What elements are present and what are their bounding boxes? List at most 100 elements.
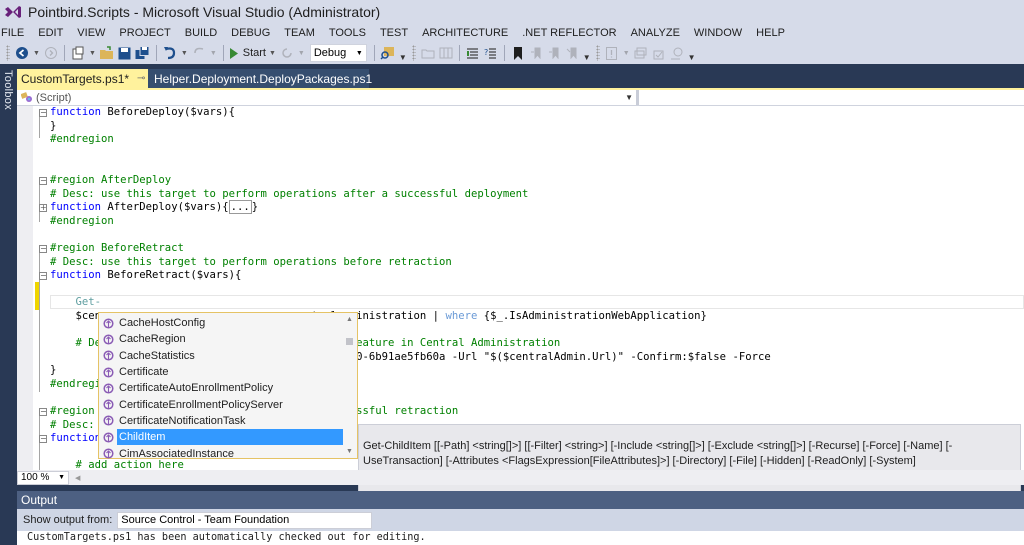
start-dropdown-icon[interactable]: ▼ (269, 50, 276, 57)
check-in-button[interactable] (651, 43, 667, 63)
completion-item[interactable]: CacheRegion (99, 331, 345, 347)
window-button[interactable] (633, 43, 649, 63)
code-line[interactable]: # Desc: use this target to perform opera… (50, 256, 771, 270)
collapse-icon[interactable]: − (39, 408, 47, 417)
find-in-files-button[interactable] (380, 43, 396, 63)
code-line[interactable]: − #region AfterDeploy (39, 174, 771, 188)
intellisense-completion-list[interactable]: CacheHostConfig CacheRegion CacheStatistic… (98, 312, 358, 461)
redo-dropdown-icon[interactable]: ▼ (210, 50, 217, 57)
menu-project[interactable]: PROJECT (112, 24, 177, 42)
completion-item[interactable]: CacheStatistics (99, 348, 345, 364)
code-line[interactable]: #endregion (50, 133, 771, 147)
refresh-dropdown-icon[interactable]: ▼ (298, 50, 305, 57)
menu-file[interactable]: FILE (0, 24, 31, 42)
menu-help[interactable]: HELP (749, 24, 792, 42)
open-file-button[interactable] (99, 43, 115, 63)
code-line[interactable] (50, 160, 771, 174)
completion-item[interactable]: CertificateNotificationTask (99, 413, 345, 429)
clear-bookmarks-button[interactable] (564, 43, 580, 63)
new-project-dropdown-icon[interactable]: ▼ (89, 50, 96, 57)
pin-icon[interactable]: ⊸ (137, 73, 145, 84)
columns-button[interactable] (438, 43, 454, 63)
uncomment-lines-button[interactable]: ? (483, 43, 499, 63)
cmdlet-icon (99, 383, 117, 394)
start-label: Start (242, 47, 266, 59)
completion-item[interactable]: ChildItem (99, 429, 345, 446)
menu-build[interactable]: BUILD (178, 24, 224, 42)
output-source-select[interactable]: Source Control - Team Foundation (117, 511, 373, 529)
undo-dropdown-icon[interactable]: ▼ (181, 50, 188, 57)
menu-tools[interactable]: TOOLS (322, 24, 373, 42)
menu-edit[interactable]: EDIT (31, 24, 70, 42)
toolbar-overflow-icon[interactable]: ▼ (399, 53, 407, 62)
zoom-select[interactable]: 100 % ▼ (17, 470, 69, 485)
completion-item[interactable]: Certificate (99, 364, 345, 380)
navigate-back-button[interactable] (14, 43, 30, 63)
previous-bookmark-button[interactable] (528, 43, 544, 63)
toolbox-tab[interactable]: Toolbox (2, 70, 14, 110)
code-line[interactable] (50, 283, 771, 297)
tab-helper-deployment[interactable]: Helper.Deployment.DeployPackages.ps1 (148, 69, 372, 88)
undo-button[interactable] (162, 43, 178, 63)
menu-window[interactable]: WINDOW (687, 24, 749, 42)
comment-lines-button[interactable] (465, 43, 481, 63)
code-line[interactable]: − function BeforeDeploy($vars){ (39, 106, 771, 120)
attach-button[interactable] (420, 43, 436, 63)
menu-test[interactable]: TEST (373, 24, 415, 42)
next-bookmark-button[interactable] (546, 43, 562, 63)
toolbar-overflow-icon[interactable]: ▼ (688, 53, 696, 62)
expand-icon[interactable]: + (39, 204, 47, 213)
collapse-icon[interactable]: − (39, 272, 47, 281)
new-item-dropdown-icon[interactable]: ▼ (623, 50, 630, 57)
menu-team[interactable]: TEAM (277, 24, 322, 42)
toggle-bookmark-button[interactable] (510, 43, 526, 63)
scroll-down-icon[interactable]: ▼ (346, 448, 353, 455)
code-line[interactable]: + function AfterDeploy($vars){...} (39, 200, 771, 215)
code-line[interactable]: #endregion (50, 215, 771, 229)
code-line[interactable]: − function BeforeRetract($vars){ (39, 269, 771, 283)
back-dropdown-icon[interactable]: ▼ (33, 50, 40, 57)
solution-configuration-select[interactable]: Debug ▼ (309, 44, 367, 62)
toolbar-grip[interactable] (595, 45, 600, 61)
completion-item[interactable]: CimAssociatedInstance (99, 445, 345, 461)
refresh-button[interactable] (279, 43, 295, 63)
start-debugging-button[interactable]: Start (229, 43, 266, 63)
menu-architecture[interactable]: ARCHITECTURE (415, 24, 515, 42)
completion-scrollbar[interactable]: ▲ ▼ (343, 313, 357, 458)
code-line[interactable]: Get- (50, 296, 771, 310)
menu-analyze[interactable]: ANALYZE (624, 24, 687, 42)
scope-dropdown[interactable]: (Script) ▼ (17, 90, 639, 105)
code-line[interactable] (50, 228, 771, 242)
member-dropdown[interactable] (639, 90, 1024, 105)
menu-debug[interactable]: DEBUG (224, 24, 277, 42)
code-line[interactable]: − #region BeforeRetract (39, 242, 771, 256)
toolbox-strip[interactable] (0, 64, 17, 545)
team-explorer-button[interactable] (669, 43, 685, 63)
toolbar-grip[interactable] (411, 45, 416, 61)
save-all-button[interactable] (135, 43, 151, 63)
scroll-left-icon[interactable]: ◀ (75, 474, 80, 482)
new-project-button[interactable] (70, 43, 86, 63)
toolbar-grip[interactable] (6, 45, 10, 61)
redo-button[interactable] (191, 43, 207, 63)
completion-item[interactable]: CertificateAutoEnrollmentPolicy (99, 380, 345, 396)
new-item-button[interactable] (604, 43, 620, 63)
completion-item[interactable]: CertificateEnrollmentPolicyServer (99, 396, 345, 412)
navigate-forward-button[interactable] (43, 43, 59, 63)
menu-view[interactable]: VIEW (70, 24, 112, 42)
code-line[interactable]: # Desc: use this target to perform opera… (50, 188, 771, 202)
collapse-icon[interactable]: − (39, 244, 47, 253)
scroll-thumb[interactable] (346, 338, 353, 345)
collapsed-region[interactable]: ... (228, 200, 252, 215)
toolbar-overflow-icon[interactable]: ▼ (583, 53, 591, 62)
code-line[interactable] (50, 147, 771, 161)
collapse-icon[interactable]: − (39, 176, 47, 185)
completion-item[interactable]: CacheHostConfig (99, 315, 345, 331)
menu-net-reflector[interactable]: .NET REFLECTOR (515, 24, 623, 42)
collapse-icon[interactable]: − (39, 109, 47, 117)
save-button[interactable] (117, 43, 133, 63)
collapse-icon[interactable]: − (39, 435, 47, 444)
code-line[interactable]: } (50, 120, 771, 134)
tab-custom-targets[interactable]: CustomTargets.ps1* ⊸ ✕ (17, 69, 162, 88)
scroll-up-icon[interactable]: ▲ (346, 316, 353, 323)
